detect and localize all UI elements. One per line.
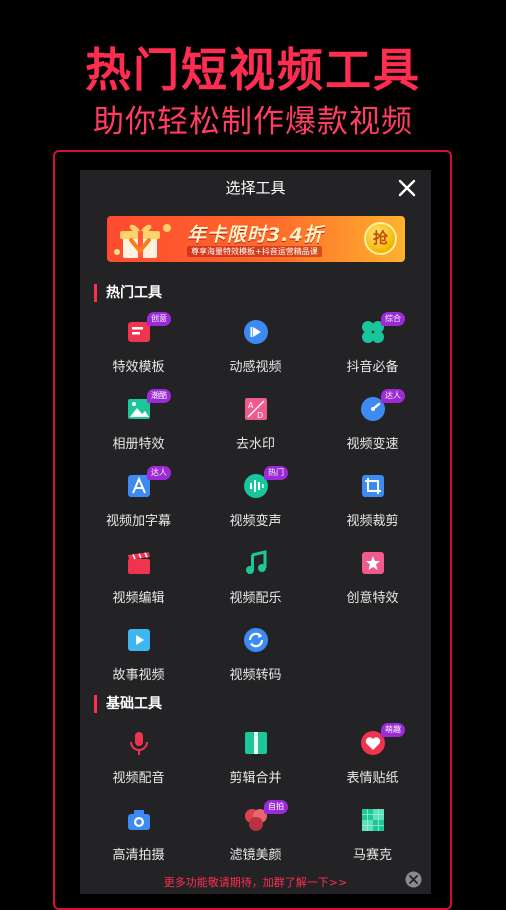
tool-label: 创意特效: [346, 591, 399, 606]
camera-icon: [126, 807, 152, 833]
watermark-icon: AD: [243, 396, 269, 422]
tool-label: 视频加字幕: [105, 514, 171, 529]
panel-title: 选择工具: [225, 179, 286, 197]
tool-item[interactable]: 马赛克: [314, 807, 431, 879]
tool-label: 视频配音: [112, 771, 165, 786]
tool-item[interactable]: 热门视频变声: [197, 466, 314, 545]
tool-label: 视频编辑: [112, 591, 165, 606]
tool-badge: 综合: [381, 312, 405, 326]
tool-badge: 自拍: [264, 800, 288, 814]
tool-item[interactable]: 创意特效: [314, 550, 431, 622]
svg-text:D: D: [257, 411, 263, 420]
tool-label: 高清拍摄: [112, 848, 165, 863]
close-icon[interactable]: [395, 176, 419, 200]
panel-header: 选择工具: [80, 170, 431, 206]
star-frame-icon: [360, 550, 386, 576]
story-play-icon: [126, 627, 152, 653]
grab-coin-button[interactable]: 抢: [364, 222, 397, 255]
music-note-icon: [243, 550, 269, 576]
tool-item[interactable]: 达人视频加字幕: [80, 466, 197, 545]
tool-item[interactable]: 综合抖音必备: [314, 312, 431, 391]
tool-item[interactable]: 剪辑合并: [197, 730, 314, 802]
gift-icon: [114, 224, 171, 258]
tool-badge: 达人: [147, 466, 171, 480]
crop-icon: [360, 473, 386, 499]
tool-item[interactable]: 潮酷相册特效: [80, 389, 197, 468]
mosaic-icon: [360, 807, 386, 833]
tool-item[interactable]: A D 去水印: [197, 396, 314, 468]
tool-label: 滤镜美颜: [229, 848, 282, 863]
tool-item[interactable]: 视频编辑: [80, 550, 197, 622]
tool-item[interactable]: 故事视频: [80, 627, 197, 699]
tool-item[interactable]: 创意特效模板: [80, 312, 197, 391]
banner-description: 尊享海量特效模板+抖音运营精品课: [187, 246, 322, 257]
tool-label: 视频变速: [346, 437, 399, 452]
tool-label: 表情贴纸: [346, 771, 399, 786]
tool-label: 视频配乐: [229, 591, 282, 606]
tool-label: 相册特效: [112, 437, 165, 452]
tool-label: 特效模板: [112, 360, 165, 375]
tool-item[interactable]: 萌趣表情贴纸: [314, 723, 431, 802]
hero-title: 热门短视频工具: [85, 43, 421, 97]
tool-item[interactable]: 视频配音: [80, 730, 197, 802]
tool-item[interactable]: 自拍滤镜美颜: [197, 800, 314, 879]
close-circle-icon[interactable]: [405, 871, 422, 888]
tool-item[interactable]: 高清拍摄: [80, 807, 197, 879]
tool-picker-panel: 选择工具 年卡限时3.4折 尊享海量特效模板+抖音运营精品课 抢 热门工具 创意…: [80, 170, 431, 894]
tool-item[interactable]: 视频转码: [197, 627, 314, 699]
tool-label: 剪辑合并: [229, 771, 282, 786]
tool-badge: 潮酷: [147, 389, 171, 403]
tool-label: 动感视频: [229, 360, 282, 375]
tool-badge: 热门: [264, 466, 288, 480]
hero-subtitle: 助你轻松制作爆款视频: [93, 104, 413, 140]
tool-label: 故事视频: [112, 668, 165, 683]
banner-title: 年卡限时3.4折: [187, 224, 324, 246]
play-circle-icon: [243, 319, 269, 345]
join-group-link[interactable]: 更多功能敬请期待，加群了解一下>>: [80, 874, 431, 890]
tool-badge: 萌趣: [381, 723, 405, 737]
tool-label: 视频裁剪: [346, 514, 399, 529]
tool-label: 马赛克: [352, 848, 392, 863]
tool-label: 视频转码: [229, 668, 282, 683]
tool-item[interactable]: 动感视频: [197, 319, 314, 391]
clapper-icon: [126, 550, 152, 576]
section-title-hot: 热门工具: [94, 284, 162, 302]
tool-label: 去水印: [235, 437, 275, 452]
microphone-icon: [126, 730, 152, 756]
section-title-basic: 基础工具: [94, 695, 162, 713]
tool-item[interactable]: 视频配乐: [197, 550, 314, 622]
tool-item[interactable]: 达人视频变速: [314, 389, 431, 468]
tool-badge: 创意: [147, 312, 171, 326]
svg-text:A: A: [248, 401, 254, 410]
promo-banner[interactable]: 年卡限时3.4折 尊享海量特效模板+抖音运营精品课 抢: [107, 216, 405, 262]
tool-badge: 达人: [381, 389, 405, 403]
convert-icon: [243, 627, 269, 653]
tool-label: 视频变声: [229, 514, 282, 529]
tool-label: 抖音必备: [346, 360, 399, 375]
merge-icon: [243, 730, 269, 756]
tool-item[interactable]: 视频裁剪: [314, 473, 431, 545]
